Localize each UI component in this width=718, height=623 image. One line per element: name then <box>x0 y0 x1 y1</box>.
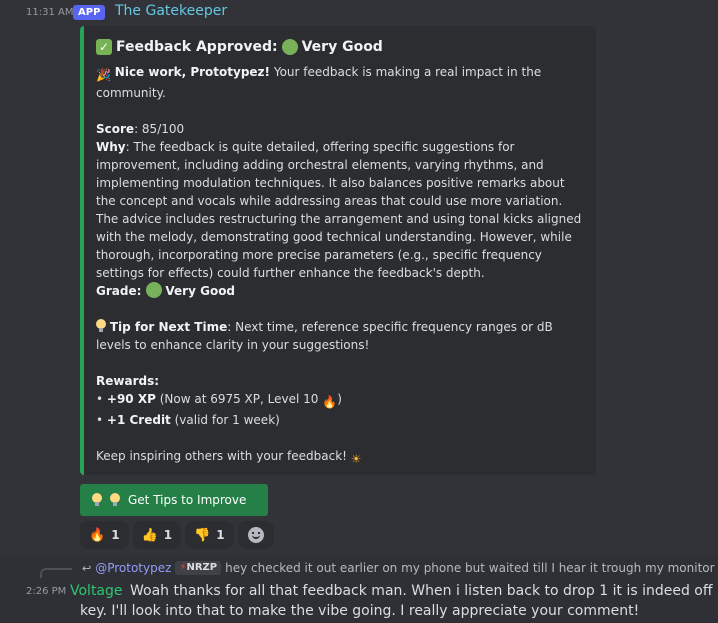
why-label: Why <box>96 140 126 154</box>
reward-xp: +90 XP <box>106 392 156 406</box>
reward-xp-end: ) <box>337 392 342 406</box>
embed-title-prefix: Feedback Approved: <box>116 39 278 55</box>
embed-title-grade: Very Good <box>301 39 383 55</box>
get-tips-button[interactable]: Get Tips to Improve <box>80 484 268 516</box>
fire-icon: 🔥 <box>89 527 106 543</box>
light-bulb-icon <box>92 493 102 507</box>
grade-value: Very Good <box>165 284 236 298</box>
guild-tag-label: NRZP <box>186 562 218 573</box>
reply-arrow-icon: ↩ <box>82 561 92 575</box>
reward-credit: +1 Credit <box>106 413 171 427</box>
message-voltage: ↩ @Prototypez ⚡NRZP hey checked it out e… <box>0 556 718 623</box>
grade-label: Grade <box>96 284 137 298</box>
get-tips-label: Get Tips to Improve <box>128 493 247 507</box>
thumbs-up-icon: 👍 <box>141 527 158 543</box>
message-timestamp: 2:26 PM <box>26 586 67 597</box>
author-name[interactable]: The Gatekeeper <box>115 3 227 19</box>
score-label: Score <box>96 122 135 136</box>
message-timestamp: 11:31 AM <box>26 7 74 18</box>
add-reaction-button[interactable] <box>237 521 274 549</box>
reply-mention[interactable]: @Prototypez <box>95 561 171 575</box>
thumbs-down-icon: 👎 <box>194 527 211 543</box>
reward-credit-detail: (valid for 1 week) <box>170 413 280 427</box>
message-content: Woah thanks for all that feedback man. W… <box>80 583 713 619</box>
green-circle-icon <box>145 282 162 298</box>
guild-tag: ⚡NRZP <box>175 561 222 575</box>
closing-text: Keep inspiring others with your feedback… <box>96 449 347 463</box>
reaction-fire[interactable]: 🔥 1 <box>80 521 129 549</box>
green-circle-icon <box>281 39 298 55</box>
check-mark-icon: ✓ <box>96 39 112 55</box>
score-value: : 85/100 <box>134 122 185 136</box>
embed-body: 🎉 Nice work, Prototypez! Your feedback i… <box>96 65 586 466</box>
light-bulb-icon <box>110 493 120 507</box>
smiley-icon <box>247 527 264 543</box>
tip-label: Tip for Next Time <box>109 320 228 334</box>
reaction-count: 1 <box>163 528 173 542</box>
why-text: : The feedback is quite detailed, offeri… <box>96 140 586 280</box>
fire-icon: 🔥 <box>322 395 338 409</box>
party-popper-icon: 🎉 <box>96 68 111 82</box>
reaction-count: 1 <box>216 528 225 542</box>
reward-xp-detail: (Now at 6975 XP, Level 10 <box>155 392 323 406</box>
light-bulb-icon <box>96 319 106 333</box>
reactions-bar: 🔥 1 👍 1 👎 1 <box>80 521 274 549</box>
message-gatekeeper: 11:31 AM APP The Gatekeeper ✓ Feedback A… <box>0 0 718 555</box>
feedback-embed: ✓ Feedback Approved: Very Good 🎉 Nice wo… <box>80 26 596 475</box>
rewards-label: Rewards <box>96 374 155 388</box>
reaction-thumbs-up[interactable]: 👍 1 <box>132 521 182 549</box>
reaction-thumbs-down[interactable]: 👎 1 <box>185 521 234 549</box>
reaction-count: 1 <box>111 528 120 542</box>
sun-icon: ☀ <box>350 452 362 466</box>
reply-spine <box>40 568 72 578</box>
reply-preview: hey checked it out earlier on my phone b… <box>225 561 715 575</box>
intro-bold: Nice work, Prototypez! <box>114 65 271 79</box>
embed-title: ✓ Feedback Approved: Very Good <box>96 37 584 57</box>
app-badge: APP <box>73 5 106 20</box>
reply-reference[interactable]: ↩ @Prototypez ⚡NRZP hey checked it out e… <box>82 561 715 575</box>
